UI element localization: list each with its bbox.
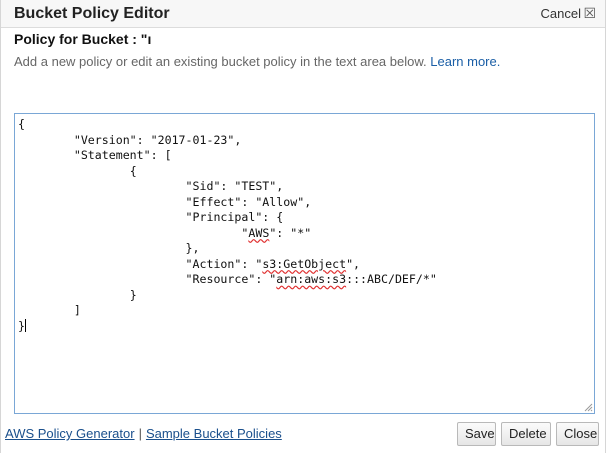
code-line: { [18,117,25,131]
text-caret [24,318,26,332]
code-line: "Action": "s3:GetObject", [18,256,361,271]
code-line: ] [18,303,81,317]
footer-links: AWS Policy Generator | Sample Bucket Polic… [5,426,282,441]
policy-for-bucket-label: Policy for Bucket : "ı [14,31,152,47]
code-line: } [18,287,137,302]
code-line: "AWS": "*" [18,225,312,240]
dialog-titlebar: Bucket Policy Editor Cancel ☒ [1,0,605,28]
learn-more-link[interactable]: Learn more. [430,54,500,69]
close-button[interactable]: Close [556,422,599,446]
save-button[interactable]: Save [457,422,496,446]
policy-json-text[interactable]: { "Version": "2017-01-23", "Statement": … [18,117,437,334]
spellcheck-flagged-word: arn:aws:s3 [276,272,347,286]
code-line: "Version": "2017-01-23", [18,132,242,147]
code-line: "Principal": { [18,210,284,224]
dialog-title: Bucket Policy Editor [14,5,170,22]
code-line: } [18,318,26,333]
cancel-link[interactable]: Cancel [541,6,581,21]
policy-text-area[interactable]: { "Version": "2017-01-23", "Statement": … [14,113,595,414]
editor-description: Add a new policy or edit an existing buc… [14,54,500,69]
resize-handle-icon[interactable] [584,403,593,412]
delete-button[interactable]: Delete [501,422,551,446]
spellcheck-flagged-word: s3:GetObject [262,256,347,271]
description-text: Add a new policy or edit an existing buc… [14,54,427,69]
bucket-policy-editor-dialog: Bucket Policy Editor Cancel ☒ Policy for… [0,0,606,453]
sample-bucket-policies-link[interactable]: Sample Bucket Policies [146,426,282,441]
code-line: { [18,163,137,178]
code-line: "Sid": "TEST", [18,179,284,193]
aws-policy-generator-link[interactable]: AWS Policy Generator [5,426,135,441]
code-line: "Resource": "arn:aws:s3:::ABC/DEF/*" [18,272,437,286]
spellcheck-flagged-word: AWS [248,225,270,240]
close-icon[interactable]: ☒ [583,5,596,21]
code-line: }, [18,241,200,255]
code-line: "Statement": [ [18,148,172,162]
link-separator: | [138,426,142,441]
code-line: "Effect": "Allow", [18,194,312,209]
